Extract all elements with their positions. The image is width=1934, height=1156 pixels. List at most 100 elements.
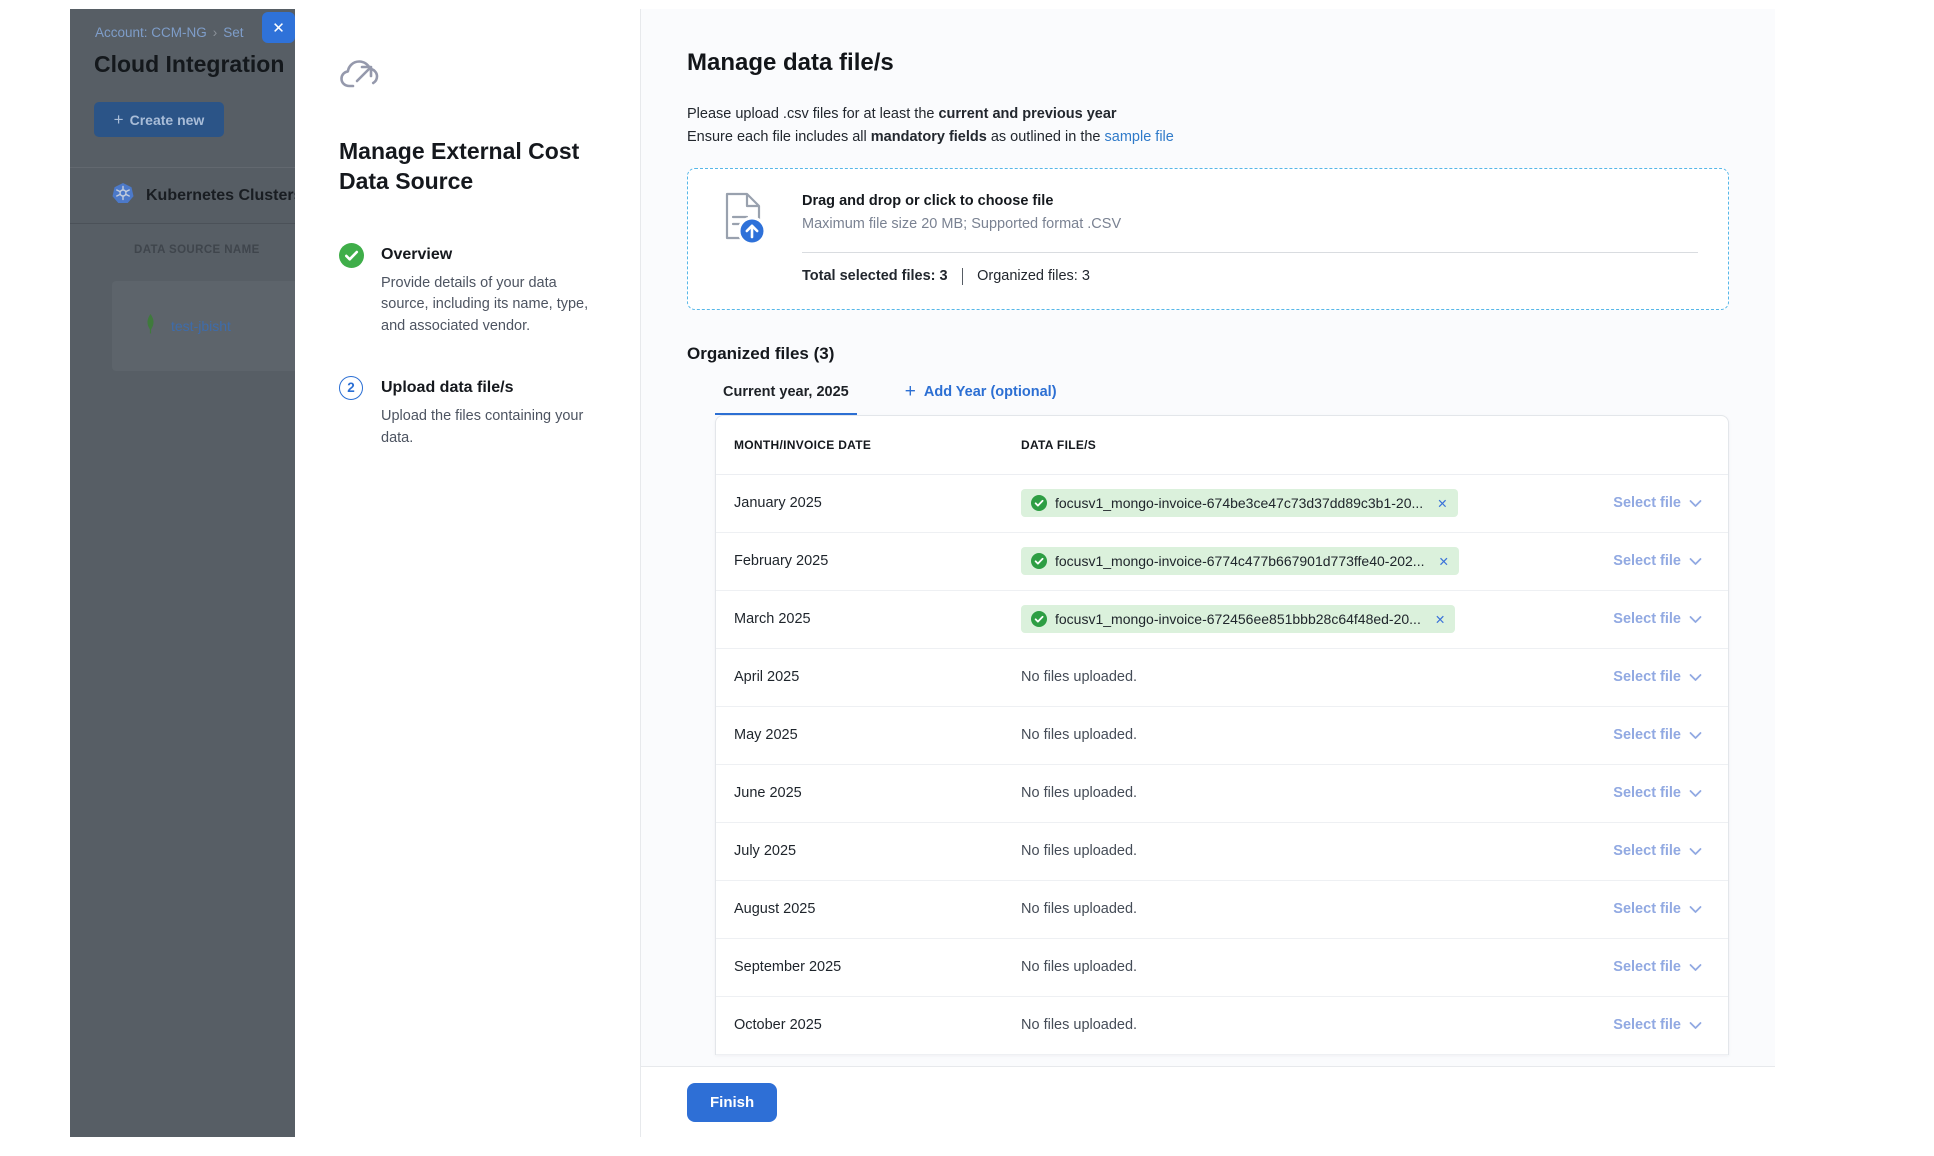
data-source-name-column-header: DATA SOURCE NAME <box>134 244 260 256</box>
column-header-data-files: DATA FILE/S <box>1021 438 1096 452</box>
select-file-label: Select file <box>1613 959 1681 975</box>
cloud-export-icon <box>339 82 381 99</box>
data-source-row[interactable]: test-jbisht <box>112 281 295 371</box>
no-files-label: No files uploaded. <box>1021 727 1137 743</box>
select-file-label: Select file <box>1613 1017 1681 1033</box>
file-cell: No files uploaded. <box>1021 669 1595 685</box>
file-cell: No files uploaded. <box>1021 843 1595 859</box>
month-label: May 2025 <box>734 727 1021 743</box>
chevron-down-icon <box>1689 847 1702 856</box>
add-year-label: Add Year (optional) <box>924 384 1057 400</box>
screen: Account: CCM-NG›Set Cloud Integration + … <box>0 0 1934 1156</box>
instruction-line-1: Please upload .csv files for at least th… <box>687 103 1729 126</box>
step-complete-check-icon <box>339 255 364 272</box>
select-file-dropdown[interactable]: Select file <box>1613 669 1702 685</box>
dropzone-subtitle: Maximum file size 20 MB; Supported forma… <box>802 216 1698 232</box>
chevron-down-icon <box>1689 789 1702 798</box>
instruction-line1-bold: current and previous year <box>938 106 1116 122</box>
wizard-title: Manage External Cost Data Source <box>339 136 584 197</box>
close-button[interactable]: ✕ <box>262 12 295 43</box>
file-success-check-icon <box>1031 611 1047 627</box>
organized-files-heading: Organized files (3) <box>687 344 1729 364</box>
wizard-steps: Overview Provide details of your data so… <box>339 243 596 450</box>
breadcrumb-trail-link[interactable]: Set <box>223 25 243 40</box>
kubernetes-icon <box>112 182 134 209</box>
chevron-down-icon <box>1689 731 1702 740</box>
add-year-button[interactable]: + Add Year (optional) <box>905 384 1057 415</box>
tab-current-year[interactable]: Current year, 2025 <box>715 384 857 415</box>
select-file-dropdown[interactable]: Select file <box>1613 959 1702 975</box>
file-cell: focusv1_mongo-invoice-674be3ce47c73d37dd… <box>1021 489 1595 517</box>
totals-divider <box>962 268 964 285</box>
year-tabs: Current year, 2025 + Add Year (optional) <box>715 384 1729 415</box>
file-name: focusv1_mongo-invoice-674be3ce47c73d37dd… <box>1055 495 1423 511</box>
table-row: February 2025 focusv1_mongo-invoice-6774… <box>716 533 1728 591</box>
finish-button[interactable]: Finish <box>687 1083 777 1122</box>
wizard-sidebar: Manage External Cost Data Source Overvie… <box>295 9 640 1137</box>
instruction-line-2: Ensure each file includes all mandatory … <box>687 126 1729 149</box>
remove-file-icon[interactable]: ✕ <box>1437 496 1447 511</box>
month-label: February 2025 <box>734 553 1021 569</box>
select-file-dropdown[interactable]: Select file <box>1613 553 1702 569</box>
select-file-dropdown[interactable]: Select file <box>1613 1017 1702 1033</box>
table-row: August 2025 No files uploaded. Select fi… <box>716 881 1728 939</box>
create-new-button[interactable]: + Create new <box>94 102 224 137</box>
select-file-dropdown[interactable]: Select file <box>1613 785 1702 801</box>
select-file-dropdown[interactable]: Select file <box>1613 901 1702 917</box>
total-selected-files: Total selected files: 3 <box>802 268 948 284</box>
breadcrumb-account-link[interactable]: Account: CCM-NG <box>95 25 207 40</box>
chevron-down-icon <box>1689 1021 1702 1030</box>
remove-file-icon[interactable]: ✕ <box>1438 554 1448 569</box>
content-title: Manage data file/s <box>687 49 1729 77</box>
modal-scroll-area[interactable]: Manage data file/s Please upload .csv fi… <box>641 9 1775 1066</box>
file-cell: No files uploaded. <box>1021 785 1595 801</box>
month-label: September 2025 <box>734 959 1021 975</box>
no-files-label: No files uploaded. <box>1021 669 1137 685</box>
modal-footer: Finish <box>641 1066 1775 1137</box>
step-upload-data-files[interactable]: 2 Upload data file/s Upload the files co… <box>339 376 596 450</box>
table-row: March 2025 focusv1_mongo-invoice-672456e… <box>716 591 1728 649</box>
dropzone-divider <box>802 252 1698 253</box>
close-icon: ✕ <box>272 19 285 37</box>
chevron-down-icon <box>1689 673 1702 682</box>
no-files-label: No files uploaded. <box>1021 959 1137 975</box>
select-file-label: Select file <box>1613 901 1681 917</box>
table-row: September 2025 No files uploaded. Select… <box>716 939 1728 997</box>
file-dropzone[interactable]: Drag and drop or click to choose file Ma… <box>687 168 1729 310</box>
chevron-down-icon <box>1689 499 1702 508</box>
chevron-down-icon <box>1689 963 1702 972</box>
table-row: July 2025 No files uploaded. Select file <box>716 823 1728 881</box>
select-file-label: Select file <box>1613 843 1681 859</box>
table-row: April 2025 No files uploaded. Select fil… <box>716 649 1728 707</box>
data-source-link[interactable]: test-jbisht <box>171 318 231 334</box>
instruction-line2-bold: mandatory fields <box>871 129 987 145</box>
select-file-dropdown[interactable]: Select file <box>1613 727 1702 743</box>
file-name: focusv1_mongo-invoice-6774c477b667901d77… <box>1055 553 1424 569</box>
select-file-dropdown[interactable]: Select file <box>1613 843 1702 859</box>
select-file-label: Select file <box>1613 553 1681 569</box>
file-cell: No files uploaded. <box>1021 901 1595 917</box>
table-body: January 2025 focusv1_mongo-invoice-674be… <box>716 475 1728 1055</box>
file-cell: No files uploaded. <box>1021 727 1595 743</box>
table-row: June 2025 No files uploaded. Select file <box>716 765 1728 823</box>
kubernetes-clusters-section[interactable]: Kubernetes Clusters <box>70 167 295 224</box>
table-row: January 2025 focusv1_mongo-invoice-674be… <box>716 475 1728 533</box>
step-overview[interactable]: Overview Provide details of your data so… <box>339 243 596 338</box>
no-files-label: No files uploaded. <box>1021 843 1137 859</box>
table-row: May 2025 No files uploaded. Select file <box>716 707 1728 765</box>
uploaded-file-chip: focusv1_mongo-invoice-6774c477b667901d77… <box>1021 547 1459 575</box>
month-label: July 2025 <box>734 843 1021 859</box>
file-cell: focusv1_mongo-invoice-6774c477b667901d77… <box>1021 547 1595 575</box>
breadcrumb: Account: CCM-NG›Set <box>95 25 244 40</box>
step-overview-label: Overview <box>381 243 595 264</box>
file-success-check-icon <box>1031 495 1047 511</box>
select-file-label: Select file <box>1613 495 1681 511</box>
uploaded-file-chip: focusv1_mongo-invoice-674be3ce47c73d37dd… <box>1021 489 1458 517</box>
remove-file-icon[interactable]: ✕ <box>1435 612 1445 627</box>
file-success-check-icon <box>1031 553 1047 569</box>
month-label: March 2025 <box>734 611 1021 627</box>
select-file-dropdown[interactable]: Select file <box>1613 495 1702 511</box>
select-file-label: Select file <box>1613 611 1681 627</box>
select-file-dropdown[interactable]: Select file <box>1613 611 1702 627</box>
sample-file-link[interactable]: sample file <box>1105 129 1174 145</box>
